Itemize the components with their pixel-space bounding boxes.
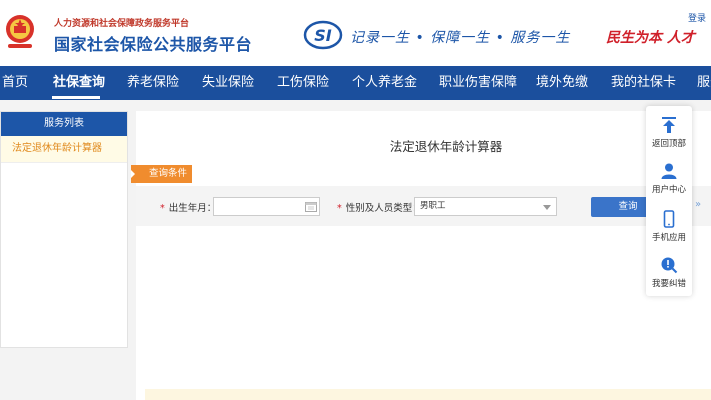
- user-center-button[interactable]: 用户中心: [646, 162, 692, 195]
- service-sidebar: 服务列表 法定退休年龄计算器: [0, 111, 128, 348]
- user-center-label: 用户中心: [651, 185, 686, 195]
- sidebar-header: 服务列表: [1, 112, 127, 136]
- report-error-label: 我要纠错: [651, 279, 686, 289]
- phone-icon: [663, 210, 675, 228]
- birth-date-label-text: 出生年月：: [168, 203, 217, 214]
- site-header: 人力资源和社会保障政务服务平台 国家社会保险公共服务平台 SI 记录一生 • 保…: [0, 0, 711, 66]
- nav-item-insurance-query[interactable]: 社保查询: [53, 66, 105, 100]
- main-content: 法定退休年龄计算器: [136, 111, 711, 400]
- report-error-button[interactable]: 我要纠错: [646, 256, 692, 289]
- nav-item-pension[interactable]: 养老保险: [127, 66, 179, 100]
- birth-date-input[interactable]: [213, 197, 320, 216]
- si-logo-text: SI: [314, 26, 332, 45]
- nav-item-service[interactable]: 服务: [697, 66, 711, 100]
- person-type-value: 男职工: [420, 201, 446, 211]
- nav-item-home[interactable]: 首页: [2, 66, 28, 100]
- back-to-top-label: 返回顶部: [651, 139, 686, 149]
- calendar-icon[interactable]: [305, 201, 317, 212]
- platform-subtitle: 人力资源和社会保障政务服务平台: [54, 19, 190, 29]
- main-nav: 首页 社保查询 养老保险 失业保险 工伤保险 个人养老金 职业伤害保障 境外免缴…: [0, 66, 711, 100]
- nav-item-work-injury[interactable]: 工伤保险: [277, 66, 329, 100]
- back-to-top-button[interactable]: 返回顶部: [646, 116, 692, 149]
- nav-active-indicator: [52, 96, 100, 99]
- nav-item-personal-pension[interactable]: 个人养老金: [352, 66, 417, 100]
- error-report-icon: [661, 257, 678, 274]
- mobile-app-button[interactable]: 手机应用: [646, 210, 692, 243]
- social-insurance-logo: SI: [303, 20, 343, 50]
- back-to-top-icon: [662, 117, 676, 133]
- chevron-down-icon: [543, 205, 551, 210]
- sidebar-item-retirement-calculator[interactable]: 法定退休年龄计算器: [1, 136, 127, 163]
- nav-item-unemployment[interactable]: 失业保险: [202, 66, 254, 100]
- required-marker: *: [337, 203, 342, 214]
- login-link[interactable]: 登录: [688, 11, 706, 24]
- national-emblem-icon: [6, 15, 34, 48]
- chevron-right-icon[interactable]: »: [695, 199, 701, 210]
- bottom-strip: [145, 389, 711, 400]
- person-type-label-text: 性别及人员类型：: [345, 203, 422, 214]
- birth-date-label: * 出生年月：: [160, 200, 216, 214]
- floating-toolbar: 返回顶部 用户中心 手机应用 我要纠错: [646, 106, 692, 296]
- person-type-label: * 性别及人员类型：: [337, 200, 422, 214]
- slogan-right: 民生为本 人才: [606, 30, 695, 46]
- person-type-select[interactable]: 男职工: [414, 197, 557, 216]
- slogan: 记录一生 • 保障一生 • 服务一生: [350, 30, 571, 46]
- platform-title[interactable]: 国家社会保险公共服务平台: [54, 31, 252, 55]
- nav-item-overseas-exemption[interactable]: 境外免缴: [536, 66, 588, 100]
- mobile-app-label: 手机应用: [651, 233, 686, 243]
- nav-item-my-social-card[interactable]: 我的社保卡: [611, 66, 676, 100]
- query-conditions-tag: 查询条件: [131, 165, 192, 183]
- page-title: 法定退休年龄计算器: [389, 139, 503, 154]
- user-icon: [661, 163, 677, 179]
- required-marker: *: [160, 203, 165, 214]
- nav-item-occupational-injury[interactable]: 职业伤害保障: [439, 66, 517, 100]
